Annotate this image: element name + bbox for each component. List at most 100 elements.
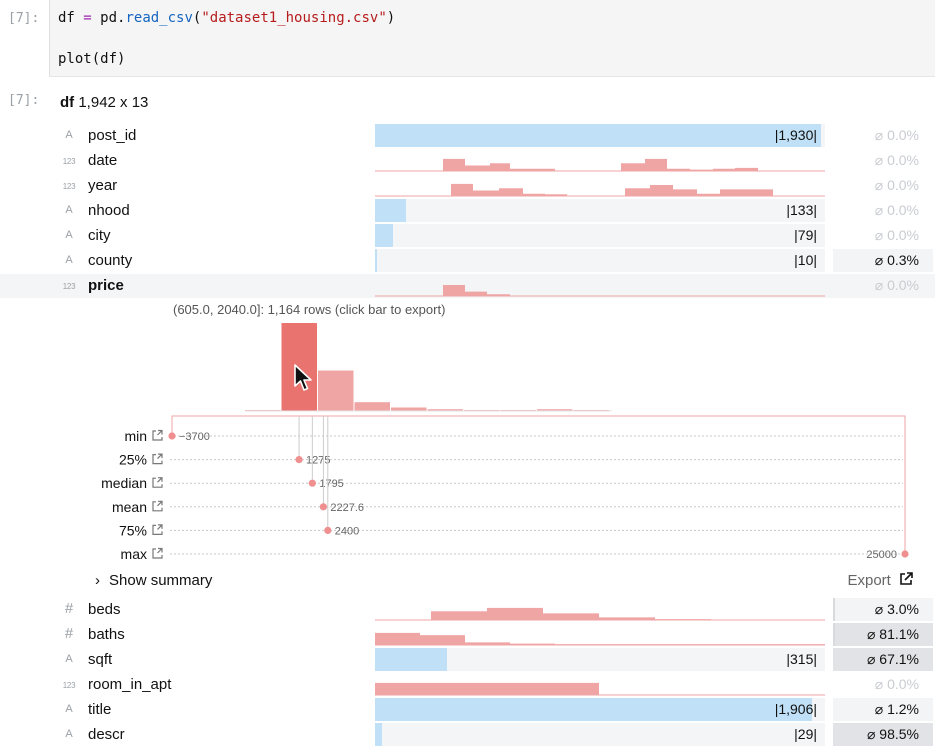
unique-bar-fill [375, 723, 382, 746]
price-detail-chart[interactable]: min −370025% 1275median 1795mean 2227.675% 24… [0, 318, 935, 568]
column-name: county [88, 252, 133, 269]
column-row-sqft[interactable]: Asqft |315| ⌀ 67.1% [0, 648, 935, 672]
column-name: title [88, 701, 112, 718]
stat-dot [901, 550, 909, 558]
column-type-icon: 123 [62, 182, 76, 191]
column-type-icon: # [64, 600, 74, 617]
column-row-city[interactable]: Acity |79| ⌀ 0.0% [0, 224, 935, 248]
column-type-icon: 123 [62, 157, 76, 166]
unique-count-bar[interactable]: |1,930| [375, 124, 825, 148]
column-type-icon: A [65, 129, 73, 141]
stat-value: −3700 [179, 431, 210, 443]
unique-count-bar[interactable]: |29| [375, 723, 825, 747]
histogram-sparkline[interactable] [375, 673, 825, 697]
show-summary-toggle[interactable]: › Show summary [95, 572, 212, 589]
unique-bar-fill [375, 199, 406, 222]
stat-dot [168, 432, 176, 440]
unique-count-bar[interactable]: |315| [375, 648, 825, 672]
histogram-bar[interactable] [318, 370, 354, 411]
unique-count-bar[interactable]: |133| [375, 199, 825, 223]
column-row-beds[interactable]: # beds ⌀ 3.0% [0, 598, 935, 622]
histogram-sparkline[interactable] [375, 149, 825, 173]
external-link-icon[interactable] [152, 547, 163, 559]
histogram-sparkline[interactable] [375, 623, 825, 647]
code-line-2: plot(df) [58, 51, 126, 67]
null-percent: ⌀ 0.3% [833, 249, 933, 272]
stat-label: mean [112, 499, 147, 515]
unique-count-label: |10| [794, 252, 817, 268]
external-link-icon[interactable] [152, 524, 163, 535]
code-cell-input[interactable]: df = pd.read_csv("dataset1_housing.csv")… [49, 0, 935, 77]
column-name: date [88, 152, 118, 169]
column-row-title[interactable]: Atitle |1,906| ⌀ 1.2% [0, 698, 935, 722]
column-name: year [88, 177, 118, 194]
null-percent: ⌀ 0.0% [874, 127, 919, 143]
histogram-bars [375, 183, 825, 196]
code-token: ) [386, 10, 396, 26]
null-percent: ⌀ 1.2% [833, 698, 933, 721]
stat-value: 1275 [306, 455, 330, 467]
unique-bar-fill [375, 124, 821, 147]
stat-label: max [121, 546, 147, 562]
column-name: room_in_apt [88, 676, 172, 693]
unique-bar-track [375, 723, 825, 746]
stat-label: median [101, 475, 147, 491]
code-token: df [58, 10, 75, 26]
column-row-room_in_apt[interactable]: 123 room_in_apt ⌀ 0.0% [0, 673, 935, 697]
external-link-icon[interactable] [152, 500, 163, 512]
unique-count-bar[interactable]: |10| [375, 249, 825, 273]
column-row-price[interactable]: 123 price ⌀ 0.0% [0, 274, 935, 298]
unique-count-bar[interactable]: |79| [375, 224, 825, 248]
icon-part [157, 547, 163, 554]
unique-count-label: |315| [786, 651, 817, 667]
column-name: descr [88, 726, 125, 743]
histogram-bars [375, 682, 825, 695]
export-label: Export [847, 572, 891, 589]
mouse-cursor-icon [294, 364, 312, 391]
histogram-bar[interactable] [354, 402, 391, 411]
unique-bar-track [375, 224, 825, 247]
column-row-post_id[interactable]: Apost_id |1,930| ⌀ 0.0% [0, 124, 935, 148]
column-name: beds [88, 601, 121, 618]
icon-part [157, 429, 163, 436]
unique-bar-fill [375, 698, 813, 721]
histogram-sparkline[interactable] [375, 598, 825, 622]
column-type-icon: # [64, 625, 74, 642]
column-row-baths[interactable]: # baths ⌀ 81.1% [0, 623, 935, 647]
external-link-icon[interactable] [152, 453, 163, 465]
unique-count-label: |29| [794, 726, 817, 742]
column-row-descr[interactable]: Adescr |29| ⌀ 98.5% [0, 723, 935, 747]
unique-count-label: |133| [786, 202, 817, 218]
sparkline-svg [375, 607, 825, 621]
external-link-icon[interactable] [152, 429, 163, 441]
histogram-bar[interactable] [391, 407, 427, 411]
input-prompt: [7]: [8, 11, 40, 26]
column-row-nhood[interactable]: Anhood |133| ⌀ 0.0% [0, 199, 935, 223]
code-token: read_csv [125, 10, 193, 26]
sparkline-svg [375, 285, 825, 297]
sparkline-svg [375, 682, 825, 696]
column-type-icon: A [65, 728, 73, 740]
column-name: sqft [88, 651, 113, 668]
column-row-county[interactable]: Acounty |10| ⌀ 0.3% [0, 249, 935, 273]
column-row-year[interactable]: 123 year ⌀ 0.0% [0, 174, 935, 198]
unique-bar-fill [375, 648, 448, 671]
range-bracket [171, 415, 906, 553]
histogram-sparkline[interactable] [375, 274, 825, 298]
unique-bar-track [375, 249, 825, 272]
null-percent: ⌀ 0.0% [874, 277, 919, 293]
column-name: nhood [88, 202, 130, 219]
null-percent: ⌀ 3.0% [833, 598, 933, 621]
histogram-sparkline[interactable] [375, 174, 825, 198]
code-line-1: df = pd.read_csv("dataset1_housing.csv") [58, 10, 395, 26]
export-button[interactable]: Export [847, 572, 913, 589]
unique-count-label: |1,930| [774, 127, 817, 143]
external-link-icon[interactable] [152, 477, 163, 488]
column-type-icon: A [65, 254, 73, 266]
unique-count-label: |79| [794, 227, 817, 243]
dataframe-shape: 1,942 x 13 [78, 94, 149, 111]
column-type-icon: 123 [62, 282, 76, 291]
column-row-date[interactable]: 123 date ⌀ 0.0% [0, 149, 935, 173]
stat-dot [319, 503, 327, 511]
unique-count-bar[interactable]: |1,906| [375, 698, 825, 722]
